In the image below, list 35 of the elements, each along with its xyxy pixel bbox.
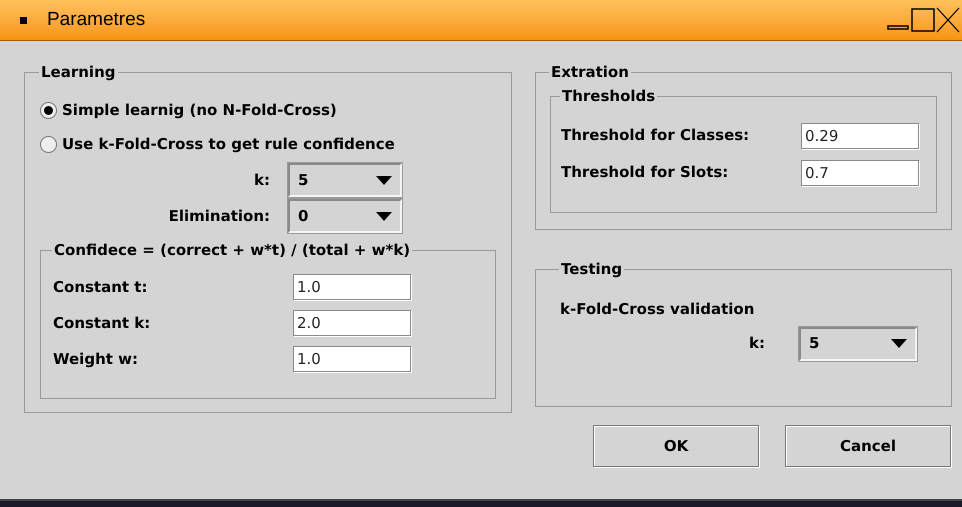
dropdown[interactable]: 0	[288, 199, 402, 233]
maximize-icon[interactable]	[910, 7, 936, 33]
dialog-button[interactable]: OK	[593, 425, 759, 467]
radio-button[interactable]	[40, 102, 57, 118]
dropdown-arrow-icon	[376, 176, 392, 184]
field-label: Elimination:	[168, 206, 270, 227]
input-field[interactable]: 2.0	[293, 310, 411, 336]
input-field[interactable]: 1.0	[293, 274, 411, 300]
close-icon[interactable]	[936, 7, 960, 33]
group-title: Testing	[560, 260, 624, 278]
field-label: k:	[254, 170, 270, 191]
window-title: Parametres	[47, 8, 146, 32]
dialog-button[interactable]: Cancel	[785, 425, 951, 467]
field-label: Weight w:	[53, 348, 139, 370]
section-label: k-Fold-Cross validation	[560, 299, 756, 320]
radio-button[interactable]	[40, 136, 57, 152]
field-label: Threshold for Slots:	[561, 162, 730, 184]
field-label: Threshold for Classes:	[561, 125, 750, 146]
group-title: Confidece = (correct + w*t) / (total + w*k)	[53, 241, 412, 259]
dropdown-arrow-icon	[891, 339, 907, 348]
group-title: Extration	[550, 63, 630, 81]
field-label: Constant k:	[53, 312, 152, 334]
group-title: Learning	[40, 63, 116, 81]
field-label: k:	[749, 333, 765, 354]
group-title: Thresholds	[561, 87, 656, 105]
dropdown-arrow-icon	[376, 212, 392, 220]
dropdown[interactable]: 5	[288, 163, 402, 197]
dropdown[interactable]: 5	[799, 326, 917, 360]
field-label: Constant t:	[53, 276, 148, 298]
input-field[interactable]: 0.29	[801, 122, 919, 148]
input-field[interactable]: 1.0	[293, 346, 411, 372]
radio-label: Use k-Fold-Cross to get rule confidence	[62, 134, 395, 155]
window-menu-icon[interactable]	[20, 16, 27, 24]
radio-label: Simple learnig (no N-Fold-Cross)	[62, 100, 337, 121]
input-field[interactable]: 0.7	[801, 160, 919, 186]
